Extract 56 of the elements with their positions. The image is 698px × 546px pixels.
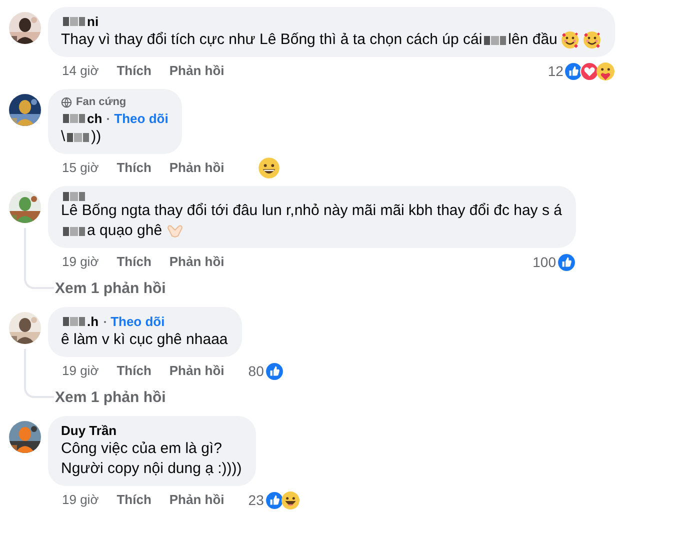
comment-text: Lê Bống ngta thay đổi tới đâu lun r,nhỏ này mãi mãi kbh thay đổi đc hay s á [61, 201, 562, 221]
pixelated-patch [63, 226, 85, 236]
globe-icon [61, 96, 72, 108]
comment-text: a quạo ghê [87, 221, 162, 241]
view-replies-link[interactable]: Xem 1 phản hồi [55, 389, 166, 407]
like-link[interactable]: Thích [116, 63, 152, 79]
follow-link[interactable]: Theo dõi [110, 313, 165, 330]
comment-text: \ [61, 127, 66, 147]
reply-link[interactable]: Phản hồi [169, 160, 224, 176]
like-link[interactable]: Thích [116, 492, 152, 508]
reply-link[interactable]: Phản hồi [169, 63, 224, 79]
timestamp: 14 giờ [62, 63, 99, 79]
pixelated-patch [63, 192, 85, 201]
pixelated-patch [67, 132, 90, 142]
follow-link[interactable]: Theo dõi [114, 110, 168, 127]
author-name: Duy Trần [61, 422, 117, 439]
pixelated-patch [63, 17, 85, 26]
reaction-count: 23 [248, 492, 264, 508]
separator-dot [107, 118, 110, 120]
author-name: ch [87, 110, 102, 127]
view-replies-link[interactable]: Xem 1 phản hồi [55, 280, 166, 298]
author-name: ni [87, 13, 99, 30]
smiling-face-hearts-icon [583, 31, 602, 49]
comment-text: lên đầu [508, 30, 558, 50]
timestamp: 19 giờ [62, 492, 99, 508]
timestamp: 15 giờ [62, 160, 99, 176]
separator-dot [104, 320, 106, 322]
like-reaction-icon [264, 362, 284, 380]
like-link[interactable]: Thích [116, 363, 152, 379]
reaction-count: 80 [248, 363, 264, 379]
pixelated-patch [63, 114, 85, 123]
grinning-face-icon [258, 157, 280, 179]
love-reaction-icon [580, 62, 600, 80]
reply-link[interactable]: Phản hồi [169, 492, 224, 508]
laughing-reaction-icon [280, 490, 300, 510]
like-link[interactable]: Thích [116, 160, 152, 176]
comment-text: Người copy nội dung ạ :)))) [61, 459, 242, 479]
reply-link[interactable]: Phản hồi [169, 254, 224, 270]
pixelated-patch [484, 36, 506, 44]
reaction-count: 100 [532, 254, 556, 270]
like-reaction-icon [264, 490, 284, 510]
badge-label: Fan cứng [76, 95, 126, 109]
reply-link[interactable]: Phản hồi [169, 363, 224, 379]
timestamp: 19 giờ [62, 363, 99, 379]
like-link[interactable]: Thích [116, 254, 152, 270]
author-name: .h [87, 313, 99, 330]
pixelated-patch [63, 317, 85, 326]
timestamp: 19 giờ [62, 254, 99, 270]
comment-text: Thay vì thay đổi tích cực như Lê Bống thì ả ta chọn cách úp cái [61, 30, 482, 50]
comment-text: Công việc của em là gì? [61, 439, 222, 459]
comment-text: ê làm v kì cục ghê nhaaa [61, 330, 228, 350]
like-reaction-icon [556, 252, 576, 272]
reaction-count: 12 [548, 63, 564, 79]
hugging-face-reaction-icon [596, 62, 616, 80]
smiling-face-hearts-icon [561, 31, 580, 49]
comment-text: )) [91, 127, 102, 147]
